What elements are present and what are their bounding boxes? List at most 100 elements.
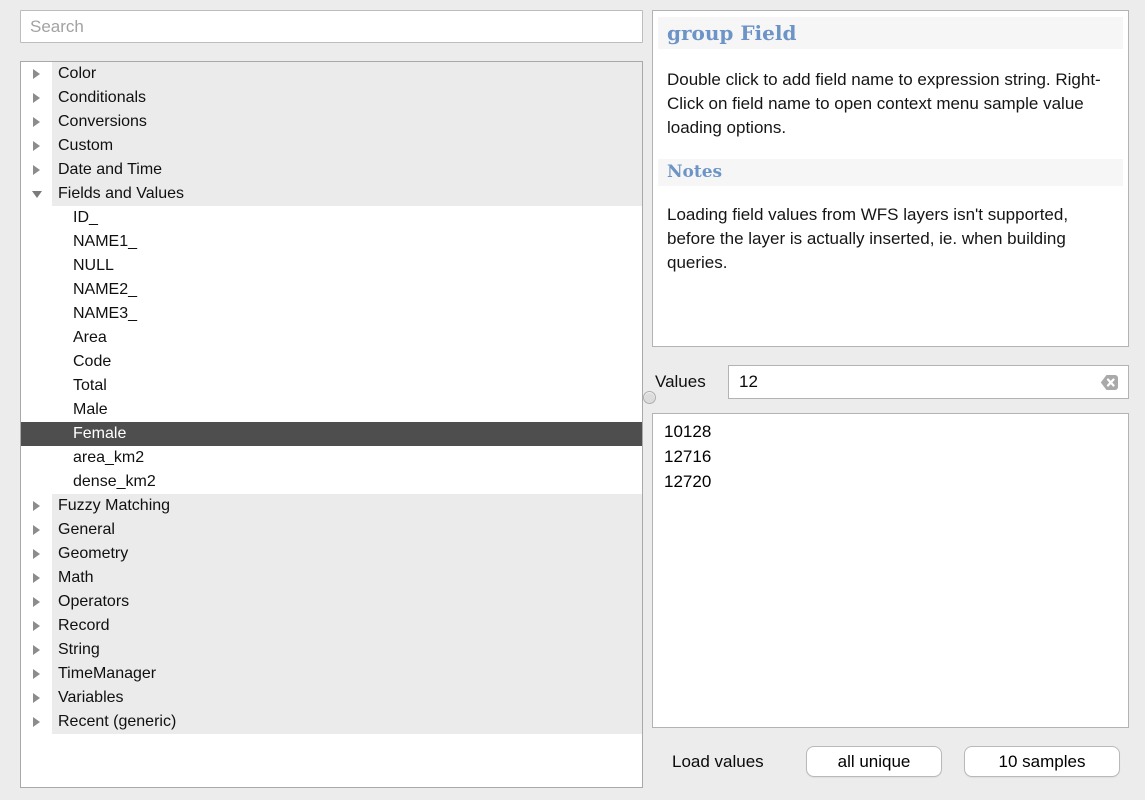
- expand-arrow-icon[interactable]: [21, 86, 52, 110]
- expand-arrow-icon[interactable]: [21, 542, 52, 566]
- expand-arrow-icon-glyph: [33, 717, 40, 727]
- tree-item-null[interactable]: NULL: [21, 254, 642, 278]
- expand-arrow-icon-glyph: [33, 165, 40, 175]
- collapse-arrow-icon[interactable]: [21, 182, 52, 206]
- expand-arrow-icon[interactable]: [21, 494, 52, 518]
- expand-arrow-icon[interactable]: [21, 710, 52, 734]
- help-description: Double click to add field name to expres…: [653, 49, 1128, 140]
- expand-arrow-icon-glyph: [33, 501, 40, 511]
- tree-item-label: Total: [52, 374, 642, 398]
- values-filter-input[interactable]: [729, 372, 1100, 392]
- tree-item-conditionals[interactable]: Conditionals: [21, 86, 642, 110]
- expand-arrow-icon[interactable]: [21, 158, 52, 182]
- tree-item-label: NAME2_: [52, 278, 642, 302]
- tree-item-area-km2[interactable]: area_km2: [21, 446, 642, 470]
- expand-arrow-icon-glyph: [33, 645, 40, 655]
- tree-item-operators[interactable]: Operators: [21, 590, 642, 614]
- expand-arrow-icon[interactable]: [21, 110, 52, 134]
- expand-arrow-icon[interactable]: [21, 614, 52, 638]
- expand-arrow-icon-glyph: [33, 141, 40, 151]
- tree-item-label: String: [52, 638, 642, 662]
- tree-item-label: Math: [52, 566, 642, 590]
- tree-item-geometry[interactable]: Geometry: [21, 542, 642, 566]
- tree-item-timemanager[interactable]: TimeManager: [21, 662, 642, 686]
- value-list-item[interactable]: 12716: [653, 444, 1128, 469]
- tree-item-label: NULL: [52, 254, 642, 278]
- tree-item-recent-generic[interactable]: Recent (generic): [21, 710, 642, 734]
- indent-spacer: [21, 302, 52, 326]
- expand-arrow-icon[interactable]: [21, 134, 52, 158]
- tree-item-label: Variables: [52, 686, 642, 710]
- tree-item-general[interactable]: General: [21, 518, 642, 542]
- tree-item-math[interactable]: Math: [21, 566, 642, 590]
- value-list-item[interactable]: 10128: [653, 419, 1128, 444]
- indent-spacer: [21, 470, 52, 494]
- tree-item-label: TimeManager: [52, 662, 642, 686]
- function-tree[interactable]: ColorConditionalsConversionsCustomDate a…: [20, 61, 643, 788]
- expand-arrow-icon[interactable]: [21, 638, 52, 662]
- clear-icon[interactable]: [1100, 366, 1128, 398]
- indent-spacer: [21, 446, 52, 470]
- tree-item-custom[interactable]: Custom: [21, 134, 642, 158]
- tree-item-total[interactable]: Total: [21, 374, 642, 398]
- indent-spacer: [21, 350, 52, 374]
- tree-item-name1[interactable]: NAME1_: [21, 230, 642, 254]
- tree-item-fuzzy-matching[interactable]: Fuzzy Matching: [21, 494, 642, 518]
- tree-item-male[interactable]: Male: [21, 398, 642, 422]
- expand-arrow-icon[interactable]: [21, 62, 52, 86]
- tree-item-label: Male: [52, 398, 642, 422]
- tree-item-female[interactable]: Female: [21, 422, 642, 446]
- tree-item-variables[interactable]: Variables: [21, 686, 642, 710]
- values-list[interactable]: 101281271612720: [652, 413, 1129, 728]
- indent-spacer: [21, 326, 52, 350]
- notes-text: Loading field values from WFS layers isn…: [653, 186, 1128, 275]
- indent-spacer: [21, 230, 52, 254]
- tree-item-label: ID_: [52, 206, 642, 230]
- tree-item-id[interactable]: ID_: [21, 206, 642, 230]
- indent-spacer: [21, 422, 52, 446]
- expand-arrow-icon-glyph: [33, 93, 40, 103]
- value-list-item[interactable]: 12720: [653, 469, 1128, 494]
- tree-item-area[interactable]: Area: [21, 326, 642, 350]
- ten-samples-button[interactable]: 10 samples: [964, 746, 1120, 777]
- tree-item-conversions[interactable]: Conversions: [21, 110, 642, 134]
- expand-arrow-icon[interactable]: [21, 686, 52, 710]
- expression-builder-dialog: { "colors": { "window_bg": "#ececec", "h…: [0, 0, 1145, 800]
- expand-arrow-icon-glyph: [33, 117, 40, 127]
- tree-item-dense-km2[interactable]: dense_km2: [21, 470, 642, 494]
- expand-arrow-icon-glyph: [33, 621, 40, 631]
- tree-item-record[interactable]: Record: [21, 614, 642, 638]
- load-values-label: Load values: [672, 746, 764, 777]
- tree-item-fields-and-values[interactable]: Fields and Values: [21, 182, 642, 206]
- expand-arrow-icon-glyph: [33, 69, 40, 79]
- expand-arrow-icon-glyph: [33, 597, 40, 607]
- tree-item-label: Record: [52, 614, 642, 638]
- expand-arrow-icon[interactable]: [21, 518, 52, 542]
- tree-item-color[interactable]: Color: [21, 62, 642, 86]
- tree-item-label: General: [52, 518, 642, 542]
- tree-item-label: NAME3_: [52, 302, 642, 326]
- help-panel: group Field Double click to add field na…: [652, 10, 1129, 347]
- tree-item-code[interactable]: Code: [21, 350, 642, 374]
- expand-arrow-icon[interactable]: [21, 662, 52, 686]
- tree-item-label: Area: [52, 326, 642, 350]
- indent-spacer: [21, 206, 52, 230]
- expand-arrow-icon[interactable]: [21, 590, 52, 614]
- tree-item-label: Recent (generic): [52, 710, 642, 734]
- expand-arrow-icon[interactable]: [21, 566, 52, 590]
- expand-arrow-icon-glyph: [33, 669, 40, 679]
- all-unique-button[interactable]: all unique: [806, 746, 942, 777]
- tree-item-label: Fuzzy Matching: [52, 494, 642, 518]
- expand-arrow-icon-glyph: [33, 573, 40, 583]
- tree-item-label: Female: [52, 422, 642, 446]
- expand-arrow-icon-glyph: [33, 525, 40, 535]
- tree-item-label: Geometry: [52, 542, 642, 566]
- expand-arrow-icon-glyph: [33, 693, 40, 703]
- search-input[interactable]: [20, 10, 643, 43]
- clear-icon-glyph: [1100, 374, 1119, 391]
- tree-item-name2[interactable]: NAME2_: [21, 278, 642, 302]
- tree-item-date-and-time[interactable]: Date and Time: [21, 158, 642, 182]
- tree-item-string[interactable]: String: [21, 638, 642, 662]
- tree-item-name3[interactable]: NAME3_: [21, 302, 642, 326]
- tree-item-label: area_km2: [52, 446, 642, 470]
